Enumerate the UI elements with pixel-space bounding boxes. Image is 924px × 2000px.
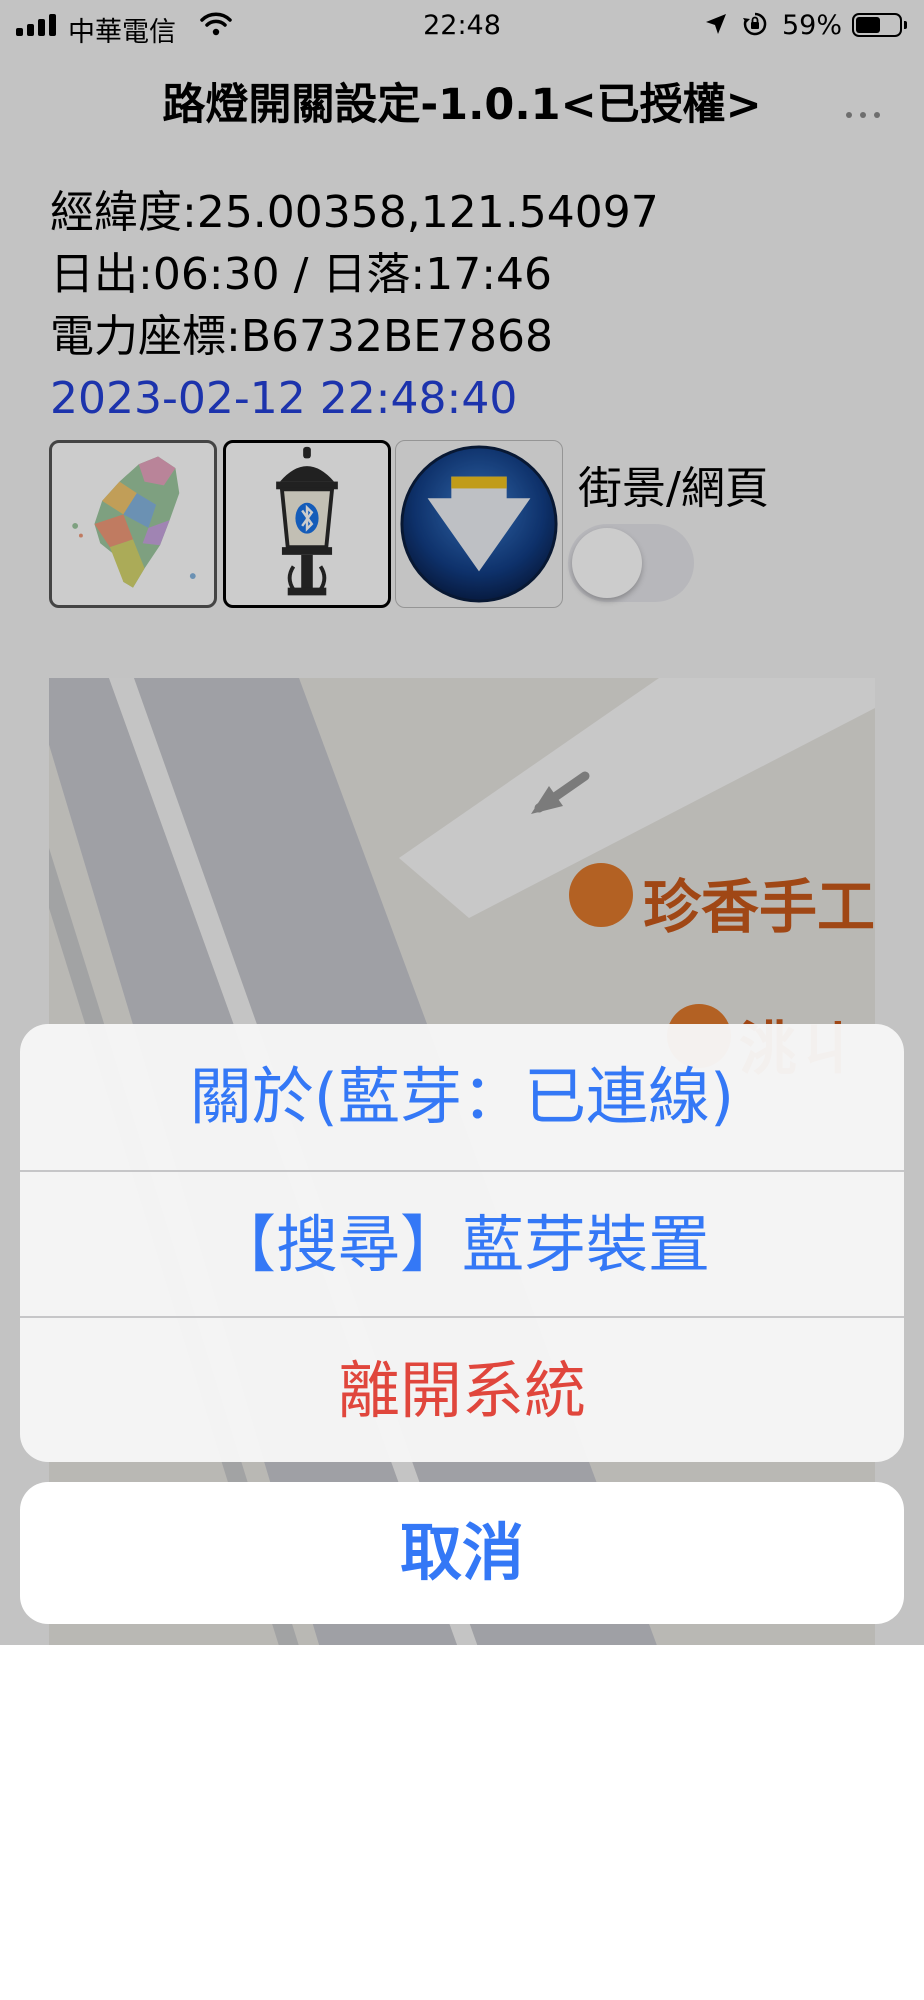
action-sheet: 關於(藍芽：已連線) 【搜尋】藍芽裝置 離開系統 — [20, 1024, 904, 1462]
about-bluetooth-action[interactable]: 關於(藍芽：已連線) — [20, 1024, 904, 1170]
app-screen: 中華電信 22:48 59% 路燈開關設定-1.0.1<已授權> 經緯度:25.… — [0, 0, 924, 1645]
cancel-button[interactable]: 取消 — [20, 1482, 904, 1624]
exit-system-action[interactable]: 離開系統 — [20, 1316, 904, 1462]
search-bluetooth-device-action[interactable]: 【搜尋】藍芽裝置 — [20, 1170, 904, 1318]
